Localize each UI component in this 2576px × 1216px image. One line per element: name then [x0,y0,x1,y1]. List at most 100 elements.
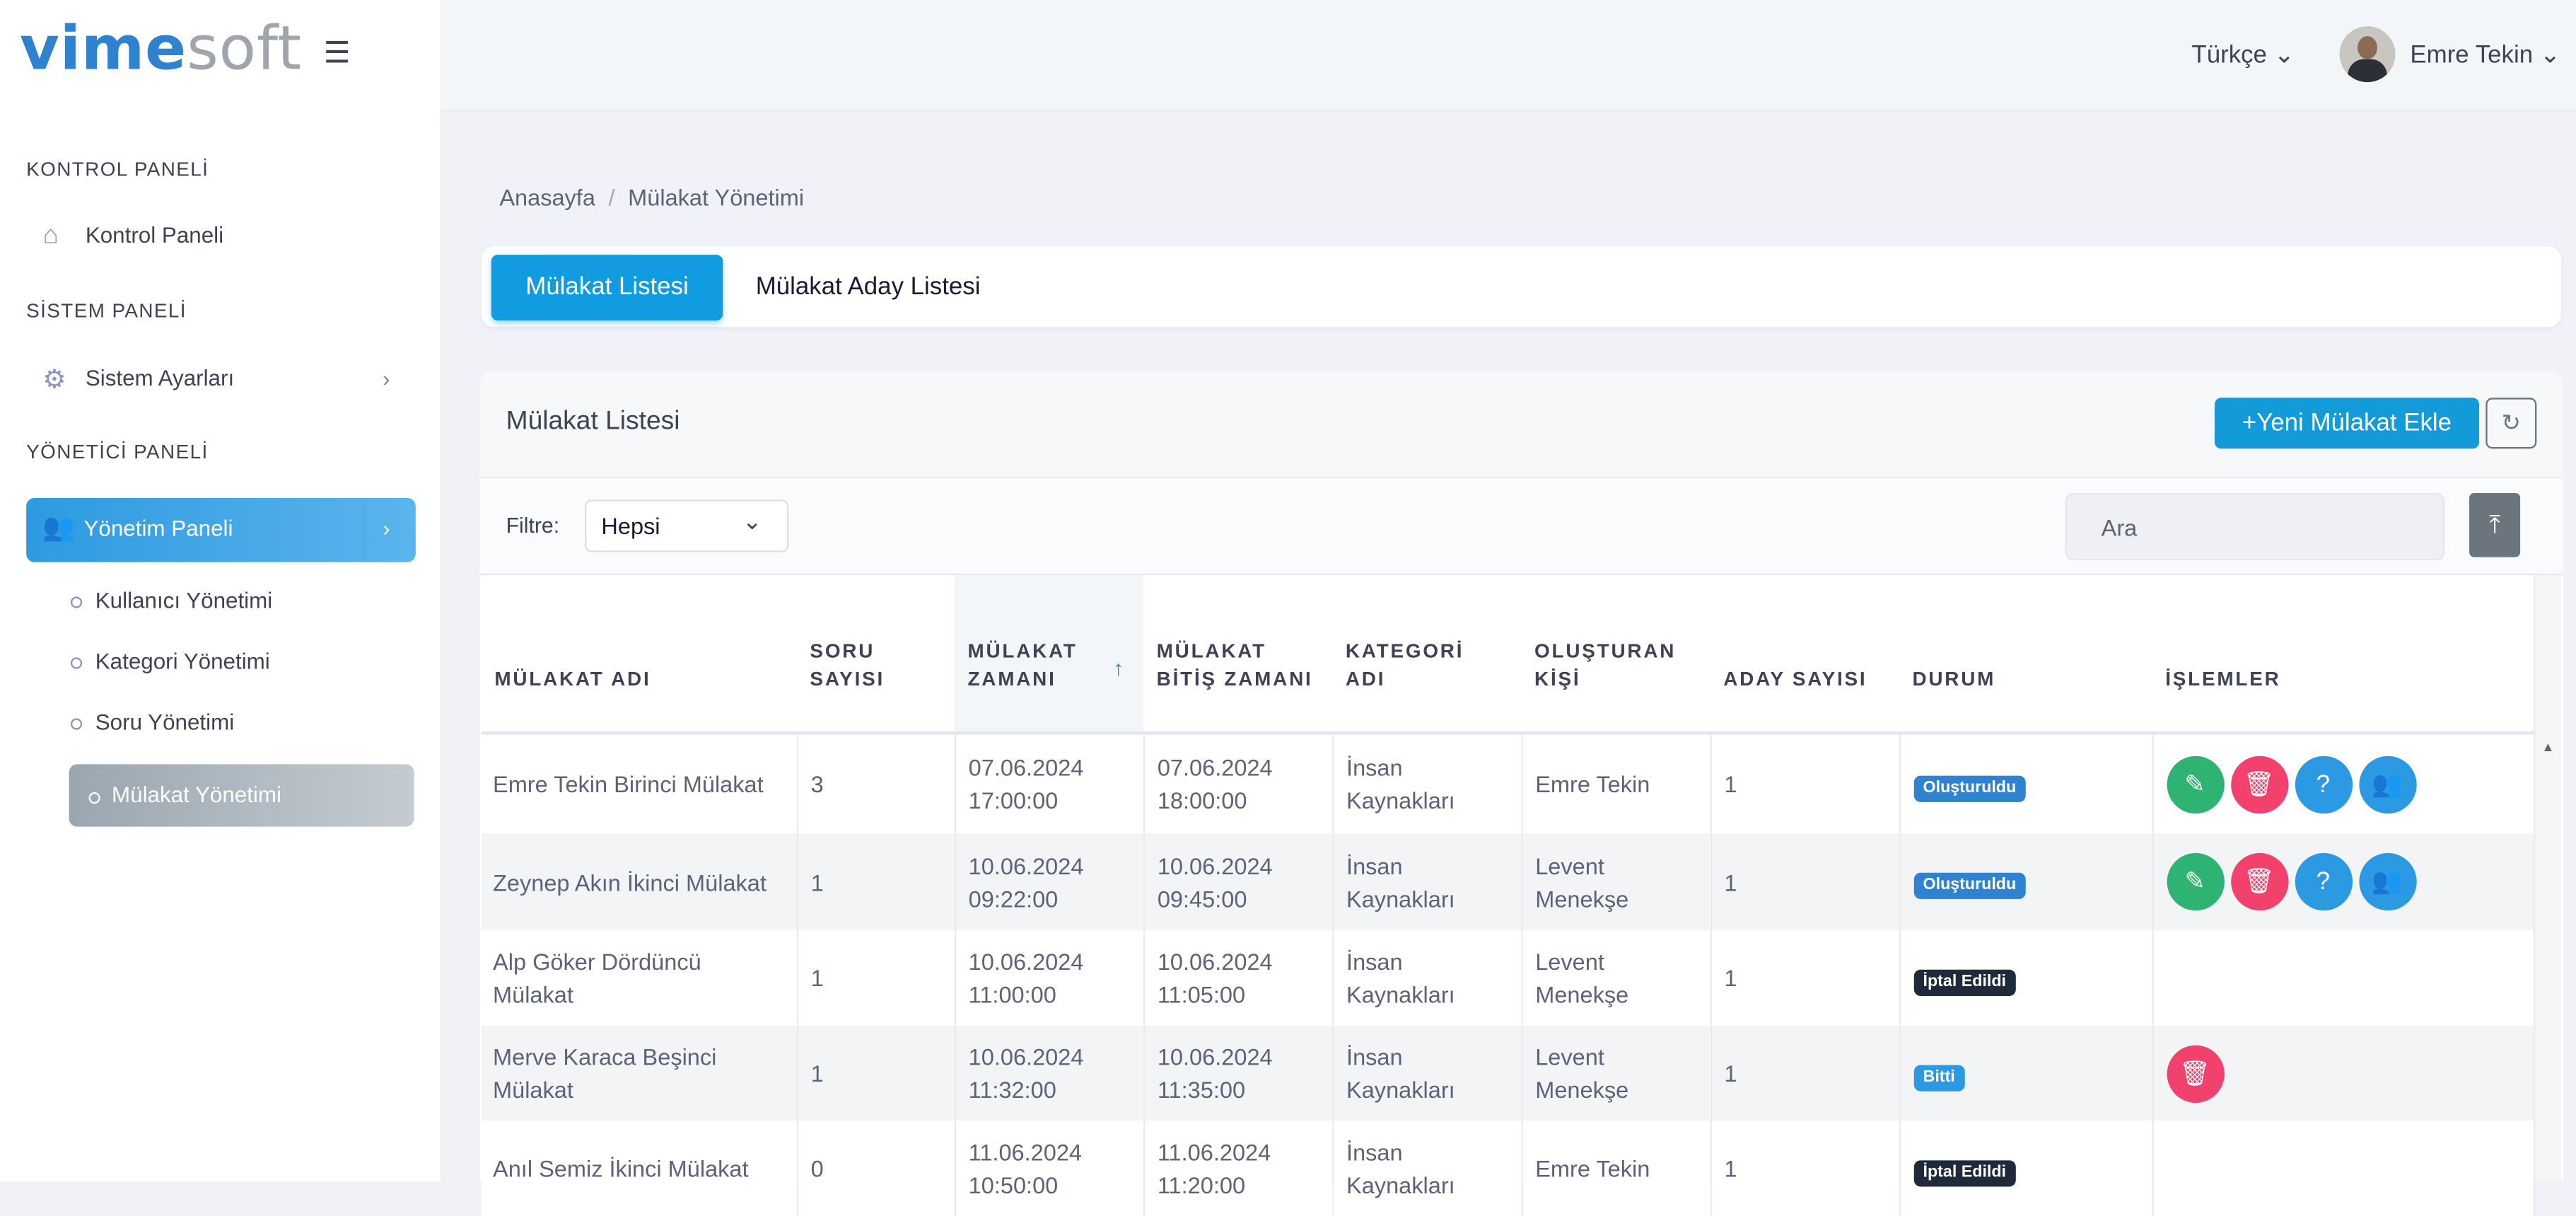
chevron-right-icon: › [383,516,390,541]
filter-select[interactable]: Hepsi ⌄ [585,499,789,552]
cell-name: Anıl Semiz İkinci Mülakat [481,1121,798,1216]
avatar[interactable] [2339,26,2396,83]
breadcrumb-home[interactable]: Anasayfa [499,184,595,210]
top-bar: vimesoft ☰ Türkçe ⌄ Emre Tekin ⌄ [0,0,2576,112]
bullet-icon [70,657,83,669]
cell-end: 10.06.2024 11:05:00 [1143,930,1334,1026]
filter-bar: Filtre: Hepsi ⌄ Ara ⤒ [479,478,2563,576]
cell-candidates: 1 [1710,930,1901,1026]
tab-mulakat-aday-listesi[interactable]: Mülakat Aday Listesi [756,255,981,320]
status-badge: Oluşturuldu [1913,775,2027,801]
edit-icon[interactable]: ✎ [2166,852,2224,911]
cell-end: 10.06.2024 09:45:00 [1143,833,1334,931]
sidebar-item-sistem-ayarlari[interactable]: ⚙ Sistem Ayarları [42,363,234,395]
cell-creator: Emre Tekin [1521,733,1711,833]
table-header-col-status[interactable]: DURUM [1899,575,2152,735]
table-header-col-end[interactable]: MÜLAKAT BİTİŞ ZAMANI [1143,575,1333,735]
scroll-up-icon[interactable]: ▲ [2541,740,2554,755]
sort-ascending-icon[interactable]: ↑ [1113,655,1124,682]
sidebar-item-kontrol-paneli[interactable]: ⌂ Kontrol Paneli [42,222,223,252]
users-icon: 👥 [42,514,76,543]
status-badge: Bitti [1913,1064,1965,1091]
cell-status: İptal Edildi [1899,1121,2153,1216]
bullet-icon [88,792,100,804]
status-badge: İptal Edildi [1913,968,2016,995]
cell-questions: 0 [796,1121,956,1216]
edit-icon[interactable]: ✎ [2166,755,2224,813]
cell-start: 07.06.2024 17:00:00 [954,733,1145,833]
cell-candidates: 1 [1710,1025,1901,1121]
language-selector[interactable]: Türkçe ⌄ [2191,40,2294,69]
card-title: Mülakat Listesi [506,407,680,436]
sidebar-item-yonetim-paneli[interactable]: 👥 Yönetim Paneli › [26,497,416,562]
breadcrumb: Anasayfa / Mülakat Yönetimi [499,184,805,211]
table-header-col-actions[interactable]: İŞLEMLER [2152,575,2534,735]
breadcrumb-current: Mülakat Yönetimi [628,184,805,211]
trash-icon[interactable]: 🗑 [2230,755,2288,813]
cell-name: Zeynep Akın İkinci Mülakat [481,833,798,931]
brand-logo[interactable]: vimesoft [20,13,302,84]
sidebar-subitem-mulakat[interactable]: Mülakat Yönetimi [69,764,414,827]
cell-actions: 🗑 [2152,1025,2534,1121]
table-row: Merve Karaca Beşinci Mülakat 1 10.06.2024 … [481,1025,2534,1121]
menu-toggle-icon[interactable]: ☰ [324,36,351,71]
table-header-col-creator[interactable]: OLUŞTURAN KİŞİ [1521,575,1710,735]
cell-creator: Levent Menekşe [1521,1025,1711,1121]
table-header-col-candidates[interactable]: ADAY SAYISI [1710,575,1899,735]
app-root: vimesoft ☰ Türkçe ⌄ Emre Tekin ⌄ KONTROL… [0,0,2576,1216]
cell-questions: 3 [796,733,956,833]
trash-icon[interactable]: 🗑 [2230,852,2288,911]
sidebar-subitem-soru[interactable]: Soru Yönetimi [70,710,234,735]
search-input[interactable]: Ara [2065,493,2445,561]
cell-status: Oluşturuldu [1899,833,2153,931]
cell-actions: ✎ 🗑? 👥 [2152,733,2534,833]
table-header-col-name[interactable]: MÜLAKAT ADI [481,575,797,735]
add-interview-button[interactable]: +Yeni Mülakat Ekle [2214,398,2480,449]
bullet-icon [70,596,83,608]
table-row: Zeynep Akın İkinci Mülakat 1 10.06.2024 09… [481,833,2534,931]
upload-icon[interactable]: ⤒ [2469,493,2521,557]
users-icon[interactable]: 👥 [2358,755,2416,813]
tab-mulakat-listesi[interactable]: Mülakat Listesi [491,255,723,321]
cell-actions [2152,1121,2534,1216]
help-icon[interactable]: ? [2294,755,2352,813]
table-header-col-category[interactable]: KATEGORİ ADI [1332,575,1522,735]
cell-questions: 1 [796,833,956,931]
cell-creator: Levent Menekşe [1521,930,1711,1026]
cell-end: 10.06.2024 11:35:00 [1143,1025,1334,1121]
users-icon[interactable]: 👥 [2358,852,2416,911]
trash-icon[interactable]: 🗑 [2166,1044,2224,1102]
sidebar-section-title: YÖNETİCİ PANELİ [26,440,209,464]
cell-start: 11.06.2024 10:50:00 [954,1121,1145,1216]
table-header-col-questions[interactable]: SORU SAYISI [796,575,955,735]
cell-end: 07.06.2024 18:00:00 [1143,733,1334,833]
gear-icon: ⚙ [42,366,66,395]
table-scrollbar[interactable]: ▲ [2533,575,2562,1182]
status-badge: İptal Edildi [1913,1159,2016,1186]
table-row: Emre Tekin Birinci Mülakat 3 07.06.2024 17… [481,733,2534,833]
cell-candidates: 1 [1710,1121,1901,1216]
cell-actions [2152,930,2534,1026]
refresh-icon[interactable]: ↻ [2485,398,2537,449]
cell-name: Alp Göker Dördüncü Mülakat [481,930,798,1026]
cell-status: Oluşturuldu [1899,733,2153,833]
bullet-icon [70,718,83,730]
sidebar: KONTROL PANELİ ⌂ Kontrol Paneli SİSTEM PA… [0,110,441,1182]
sidebar-subitem-kategori[interactable]: Kategori Yönetimi [70,649,270,674]
status-badge: Oluşturuldu [1913,872,2027,899]
cell-category: İnsan Kaynakları [1332,833,1522,931]
cell-name: Emre Tekin Birinci Mülakat [481,733,798,833]
tab-bar: Mülakat Listesi Mülakat Aday Listesi [481,246,2562,328]
sidebar-subitem-kullanici[interactable]: Kullanıcı Yönetimi [70,589,272,613]
table-row: Alp Göker Dördüncü Mülakat 1 10.06.2024 11… [481,930,2534,1026]
user-menu[interactable]: Emre Tekin ⌄ [2410,40,2560,69]
cell-category: İnsan Kaynakları [1332,733,1522,833]
help-icon[interactable]: ? [2294,852,2352,911]
interview-list-card: Mülakat Listesi +Yeni Mülakat Ekle ↻ Fil… [479,371,2563,1216]
table-header-col-start[interactable]: MÜLAKAT ZAMANI ↑ [954,575,1144,735]
chevron-down-icon: ⌄ [742,507,762,535]
cell-start: 10.06.2024 11:32:00 [954,1025,1145,1121]
chevron-right-icon: › [383,366,390,391]
cell-questions: 1 [796,930,956,1026]
cell-category: İnsan Kaynakları [1332,1121,1522,1216]
